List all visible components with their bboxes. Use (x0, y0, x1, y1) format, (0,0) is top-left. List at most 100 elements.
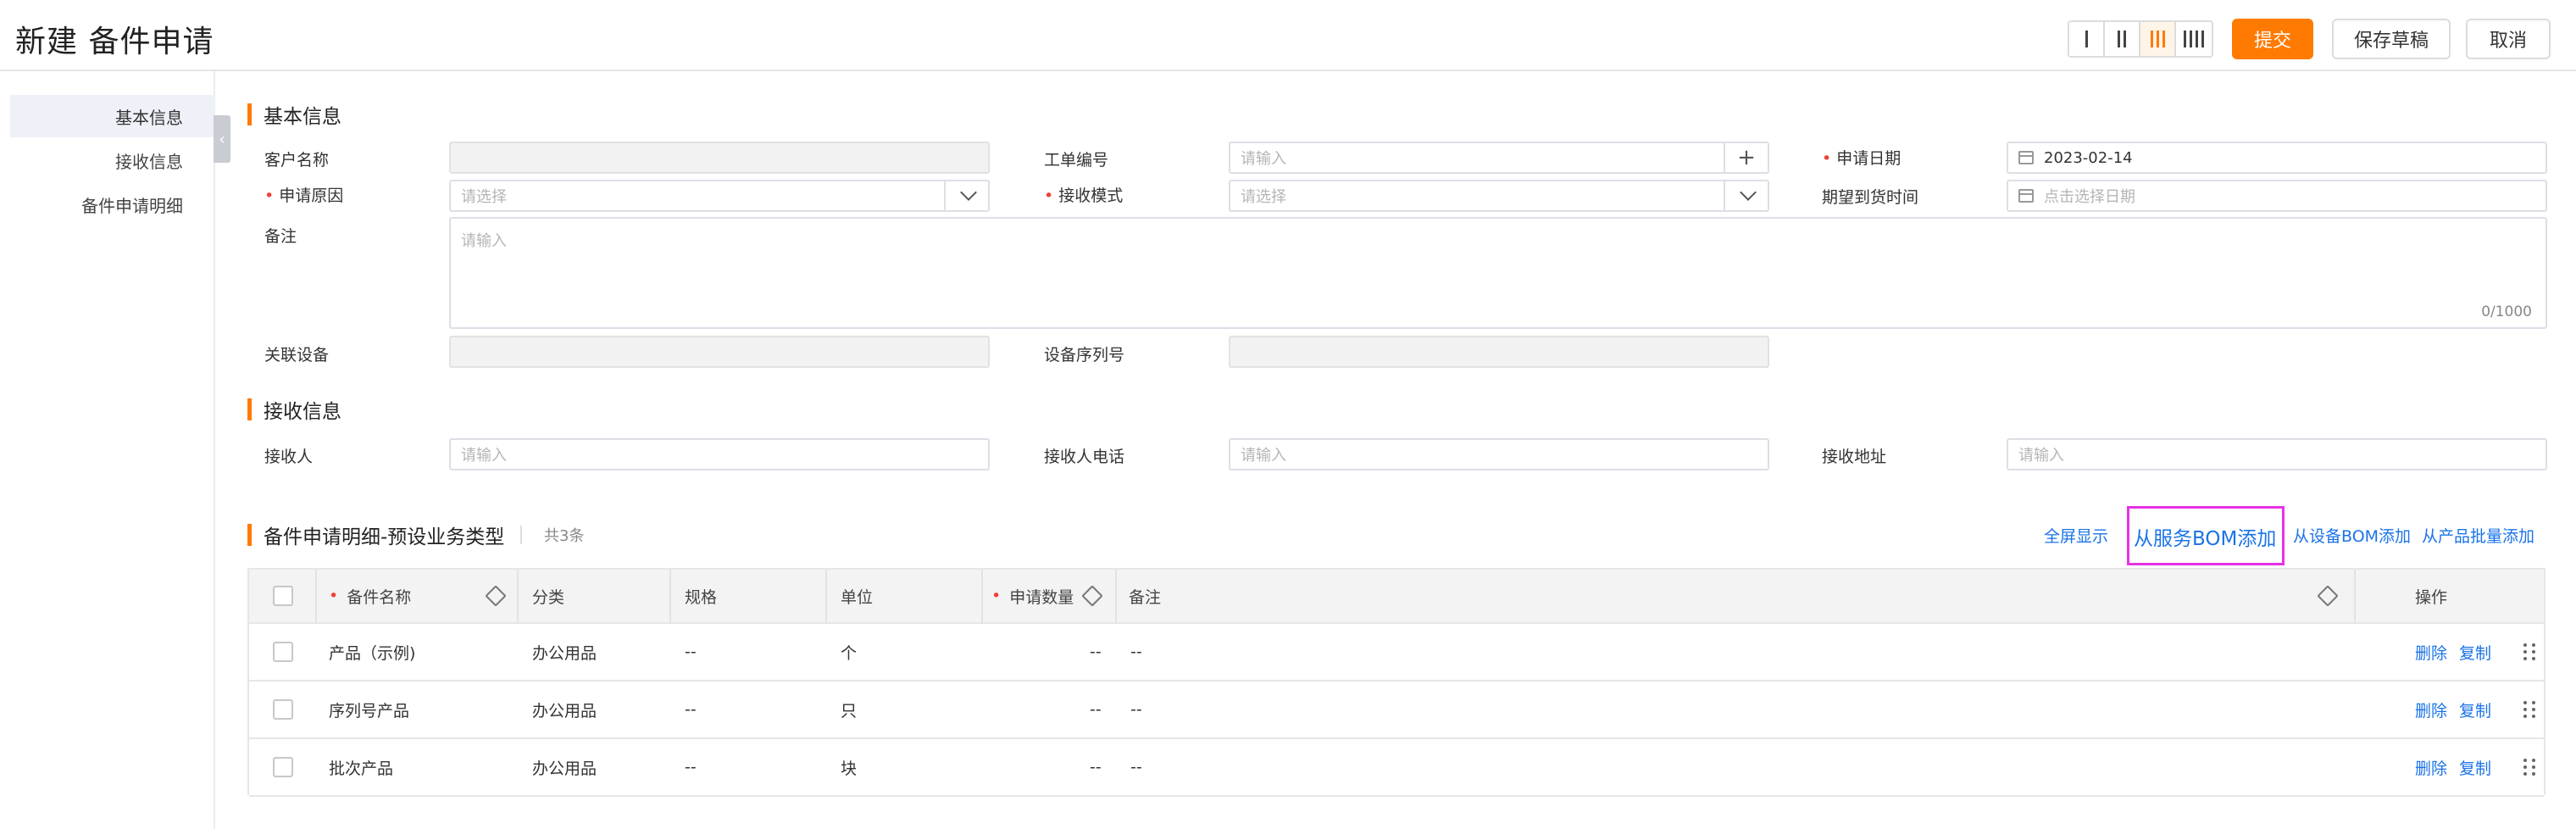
calendar-icon (2018, 189, 2034, 203)
three-column-layout-button[interactable] (2140, 22, 2176, 56)
cell-remark: -- (1130, 643, 1142, 661)
work-order-label: 工单编号 (1044, 151, 1109, 170)
cell-category: 办公用品 (532, 643, 597, 663)
remark-label: 备注 (264, 227, 297, 246)
device-serial-field (1229, 336, 1769, 368)
collapse-nav-toggle[interactable]: ‹ (214, 115, 230, 163)
receiver-phone-input[interactable]: 请输入 (1229, 438, 1769, 470)
cell-unit: 个 (841, 643, 858, 663)
delete-link[interactable]: 删除 (2415, 698, 2447, 721)
row-count: 共3条 (544, 527, 585, 545)
col-qty-header: 申请数量 (1009, 587, 1074, 607)
cell-remark: -- (1130, 700, 1142, 719)
section-title-basic-info: 基本信息 (247, 102, 341, 128)
edit-icon[interactable] (1081, 585, 1103, 607)
receive-address-input[interactable]: 请输入 (2007, 438, 2547, 470)
cell-spec: -- (685, 700, 697, 719)
receive-address-label: 接收地址 (1822, 448, 1887, 466)
delete-link[interactable]: 删除 (2415, 756, 2447, 779)
add-from-service-bom-link[interactable]: 从服务BOM添加 (2134, 522, 2276, 551)
edit-icon[interactable] (485, 585, 507, 607)
cell-spec: -- (685, 758, 697, 776)
row-checkbox[interactable] (273, 642, 293, 662)
col-category-header: 分类 (532, 587, 565, 607)
page-title: 新建 备件申请 (15, 25, 214, 59)
calendar-icon (2018, 151, 2034, 164)
one-column-layout-button[interactable] (2069, 22, 2105, 56)
col-unit-header: 单位 (841, 587, 874, 607)
cell-qty: -- (1090, 700, 1102, 719)
chevron-down-icon (960, 184, 977, 201)
customer-name-field (449, 142, 990, 174)
delete-link[interactable]: 删除 (2415, 641, 2447, 664)
submit-button[interactable]: 提交 (2232, 19, 2313, 59)
related-device-label: 关联设备 (264, 346, 330, 364)
four-column-layout-button[interactable] (2176, 22, 2212, 56)
drag-handle-icon[interactable] (2523, 759, 2535, 776)
table-row: 批次产品 办公用品 -- 块 -- -- 删除 复制 (249, 739, 2544, 797)
copy-link[interactable]: 复制 (2459, 698, 2491, 721)
chevron-left-icon: ‹ (219, 130, 225, 148)
add-from-device-bom-link[interactable]: 从设备BOM添加 (2293, 524, 2411, 547)
two-column-layout-button[interactable] (2105, 22, 2140, 56)
table-row: 序列号产品 办公用品 -- 只 -- -- 删除 复制 (249, 682, 2544, 739)
receiver-phone-label: 接收人电话 (1044, 448, 1125, 466)
apply-date-label: • 申请日期 (1822, 149, 1901, 168)
select-all-checkbox[interactable] (273, 586, 293, 606)
col-spec-header: 规格 (685, 587, 718, 607)
table-header: • 备件名称 分类 规格 单位 • 申请数量 备注 操作 (249, 570, 2544, 624)
device-serial-label: 设备序列号 (1044, 346, 1125, 364)
expected-arrival-picker[interactable]: 点击选择日期 (2007, 180, 2547, 212)
receiver-input[interactable]: 请输入 (449, 438, 990, 470)
plus-icon[interactable]: + (1724, 143, 1768, 172)
col-ops-header: 操作 (2415, 587, 2448, 607)
add-from-product-batch-link[interactable]: 从产品批量添加 (2422, 524, 2534, 547)
related-device-field (449, 336, 990, 368)
detail-table: • 备件名称 分类 规格 单位 • 申请数量 备注 操作 产品（示例) 办公用品 -… (247, 568, 2545, 797)
nav-item-receive-info[interactable]: 接收信息 (10, 139, 215, 181)
remark-textarea[interactable]: 请输入 0/1000 (449, 217, 2547, 329)
section-title-receive-info: 接收信息 (247, 397, 341, 423)
row-checkbox[interactable] (273, 699, 293, 720)
cell-name: 序列号产品 (329, 701, 410, 721)
cancel-button[interactable]: 取消 (2466, 19, 2551, 59)
cell-unit: 只 (841, 701, 858, 721)
expected-arrival-label: 期望到货时间 (1822, 188, 1919, 207)
save-draft-button[interactable]: 保存草稿 (2332, 19, 2451, 59)
cell-unit: 块 (841, 759, 858, 778)
work-order-input[interactable]: 请输入 + (1229, 142, 1769, 174)
receive-mode-label: • 接收模式 (1044, 186, 1124, 205)
cell-spec: -- (685, 643, 697, 661)
copy-link[interactable]: 复制 (2459, 641, 2491, 664)
copy-link[interactable]: 复制 (2459, 756, 2491, 779)
reason-label: • 申请原因 (264, 186, 344, 205)
nav-item-detail[interactable]: 备件申请明细 (10, 183, 215, 225)
cell-category: 办公用品 (532, 701, 597, 721)
receiver-label: 接收人 (264, 448, 314, 466)
cell-name: 产品（示例) (329, 643, 416, 663)
reason-select[interactable]: 请选择 (449, 180, 990, 212)
cell-name: 批次产品 (329, 759, 394, 778)
cell-qty: -- (1090, 643, 1102, 661)
drag-handle-icon[interactable] (2523, 701, 2535, 718)
table-row: 产品（示例) 办公用品 -- 个 -- -- 删除 复制 (249, 624, 2544, 682)
nav-item-basic-info[interactable]: 基本信息 (10, 95, 215, 137)
receive-mode-select[interactable]: 请选择 (1229, 180, 1769, 212)
page-header: 新建 备件申请 提交 保存草稿 取消 (0, 0, 2576, 71)
chevron-down-icon (1740, 184, 1757, 201)
row-checkbox[interactable] (273, 757, 293, 777)
cell-remark: -- (1130, 758, 1142, 776)
apply-date-picker[interactable]: 2023-02-14 (2007, 142, 2547, 174)
cell-category: 办公用品 (532, 759, 597, 778)
remark-char-counter: 0/1000 (2481, 303, 2532, 320)
column-layout-switcher (2068, 20, 2213, 58)
customer-name-label: 客户名称 (264, 151, 330, 170)
col-name-header: 备件名称 (347, 587, 412, 607)
cell-qty: -- (1090, 758, 1102, 776)
drag-handle-icon[interactable] (2523, 643, 2535, 660)
section-nav: 基本信息 接收信息 备件申请明细 (0, 71, 215, 829)
section-title-detail: 备件申请明细-预设业务类型 (247, 522, 504, 548)
col-remark-header: 备注 (1129, 587, 1162, 607)
edit-icon[interactable] (2317, 585, 2339, 607)
fullscreen-link[interactable]: 全屏显示 (2044, 524, 2108, 547)
